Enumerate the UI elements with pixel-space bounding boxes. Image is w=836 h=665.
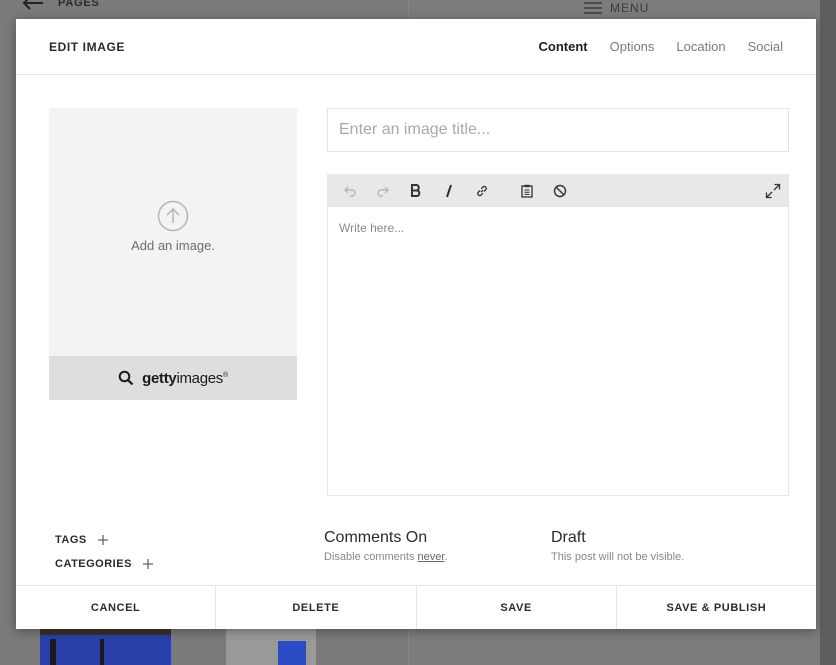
- comments-subtitle: Disable comments never.: [324, 551, 448, 563]
- tab-options[interactable]: Options: [610, 39, 655, 54]
- tags-label: TAGS: [55, 534, 87, 546]
- comments-never-link[interactable]: never: [418, 551, 445, 563]
- arrow-left-icon: [22, 0, 43, 10]
- categories-label: CATEGORIES: [55, 558, 132, 570]
- bold-button[interactable]: [399, 174, 432, 207]
- getty-images-search-button[interactable]: gettyimages®: [49, 356, 297, 400]
- editor-placeholder: Write here...: [339, 221, 405, 235]
- undo-icon: [343, 186, 356, 197]
- search-icon: [118, 370, 134, 386]
- tags-row: TAGS: [55, 534, 109, 546]
- edit-image-dialog: EDIT IMAGE Content Options Location Soci…: [16, 19, 816, 629]
- add-category-icon[interactable]: [142, 558, 154, 570]
- tab-content[interactable]: Content: [539, 39, 588, 54]
- dialog-header: EDIT IMAGE Content Options Location Soci…: [16, 19, 816, 75]
- fullscreen-icon: [765, 183, 780, 198]
- menu-button[interactable]: MENU: [584, 1, 649, 15]
- comments-title: Comments On: [324, 529, 428, 546]
- tab-location[interactable]: Location: [676, 39, 725, 54]
- tab-social[interactable]: Social: [748, 39, 783, 54]
- paste-button[interactable]: [510, 174, 543, 207]
- link-icon: [476, 185, 487, 196]
- cancel-button[interactable]: CANCEL: [16, 586, 217, 629]
- undo-button[interactable]: [333, 174, 366, 207]
- back-to-pages[interactable]: PAGES: [22, 0, 100, 10]
- image-panel: Add an image. gettyimages®: [49, 108, 297, 400]
- editor-toolbar: [327, 174, 789, 207]
- background-thumbnail: [226, 629, 316, 665]
- draft-title: Draft: [551, 529, 586, 546]
- upload-icon: [157, 200, 189, 231]
- editor-body[interactable]: Write here...: [327, 207, 789, 496]
- getty-images-logo: gettyimages®: [142, 369, 228, 387]
- back-label: PAGES: [58, 0, 100, 9]
- dialog-tabs: Content Options Location Social: [539, 39, 784, 54]
- menu-label: MENU: [610, 1, 650, 15]
- background-thumbnail: [40, 629, 171, 665]
- italic-icon: [445, 184, 452, 197]
- link-button[interactable]: [465, 174, 498, 207]
- redo-icon: [376, 186, 389, 197]
- clear-format-icon: [553, 184, 566, 197]
- hamburger-icon: [584, 2, 602, 14]
- dialog-title: EDIT IMAGE: [49, 39, 126, 54]
- draft-subtitle: This post will not be visible.: [551, 551, 685, 563]
- image-dropzone[interactable]: Add an image.: [49, 108, 297, 356]
- redo-button[interactable]: [366, 174, 399, 207]
- bold-icon: [410, 184, 420, 197]
- image-title-input[interactable]: [327, 108, 789, 152]
- save-publish-button[interactable]: SAVE & PUBLISH: [616, 586, 816, 629]
- draft-status[interactable]: Draft This post will not be visible.: [551, 529, 684, 563]
- fullscreen-button[interactable]: [756, 174, 789, 207]
- delete-button[interactable]: DELETE: [216, 586, 417, 629]
- comments-setting: Comments On Disable comments never.: [324, 529, 448, 563]
- add-image-text: Add an image.: [131, 237, 215, 253]
- categories-row: CATEGORIES: [55, 558, 154, 570]
- save-button[interactable]: SAVE: [416, 586, 617, 629]
- italic-button[interactable]: [432, 174, 465, 207]
- dialog-footer: CANCEL DELETE SAVE SAVE & PUBLISH: [16, 585, 816, 629]
- clear-format-button[interactable]: [543, 174, 576, 207]
- add-tag-icon[interactable]: [97, 534, 109, 546]
- paste-icon: [520, 184, 533, 198]
